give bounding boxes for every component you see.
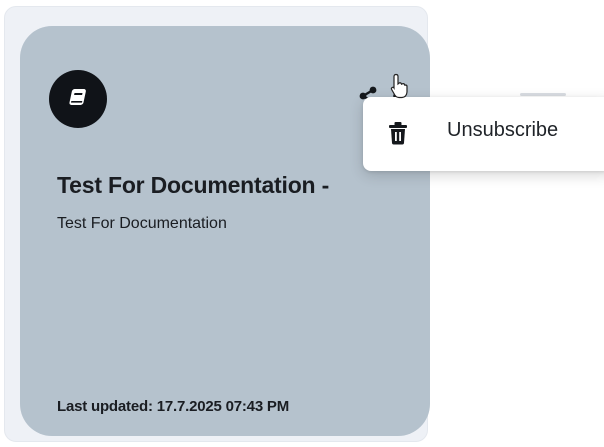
card-subtitle: Test For Documentation — [57, 215, 227, 232]
trash-icon — [388, 121, 408, 150]
mouse-cursor-icon — [390, 73, 408, 104]
divider — [520, 93, 566, 96]
last-updated-text: Last updated: 17.7.2025 07:43 PM — [57, 398, 290, 415]
card-avatar — [49, 70, 107, 128]
course-card[interactable]: Test For Documentation - Test For Docume… — [20, 26, 430, 436]
menu-item-unsubscribe[interactable]: Unsubscribe — [363, 97, 604, 171]
menu-item-label: Unsubscribe — [447, 119, 559, 141]
book-icon — [67, 86, 89, 113]
card-title: Test For Documentation - — [57, 172, 330, 198]
context-menu: Unsubscribe — [363, 97, 604, 171]
